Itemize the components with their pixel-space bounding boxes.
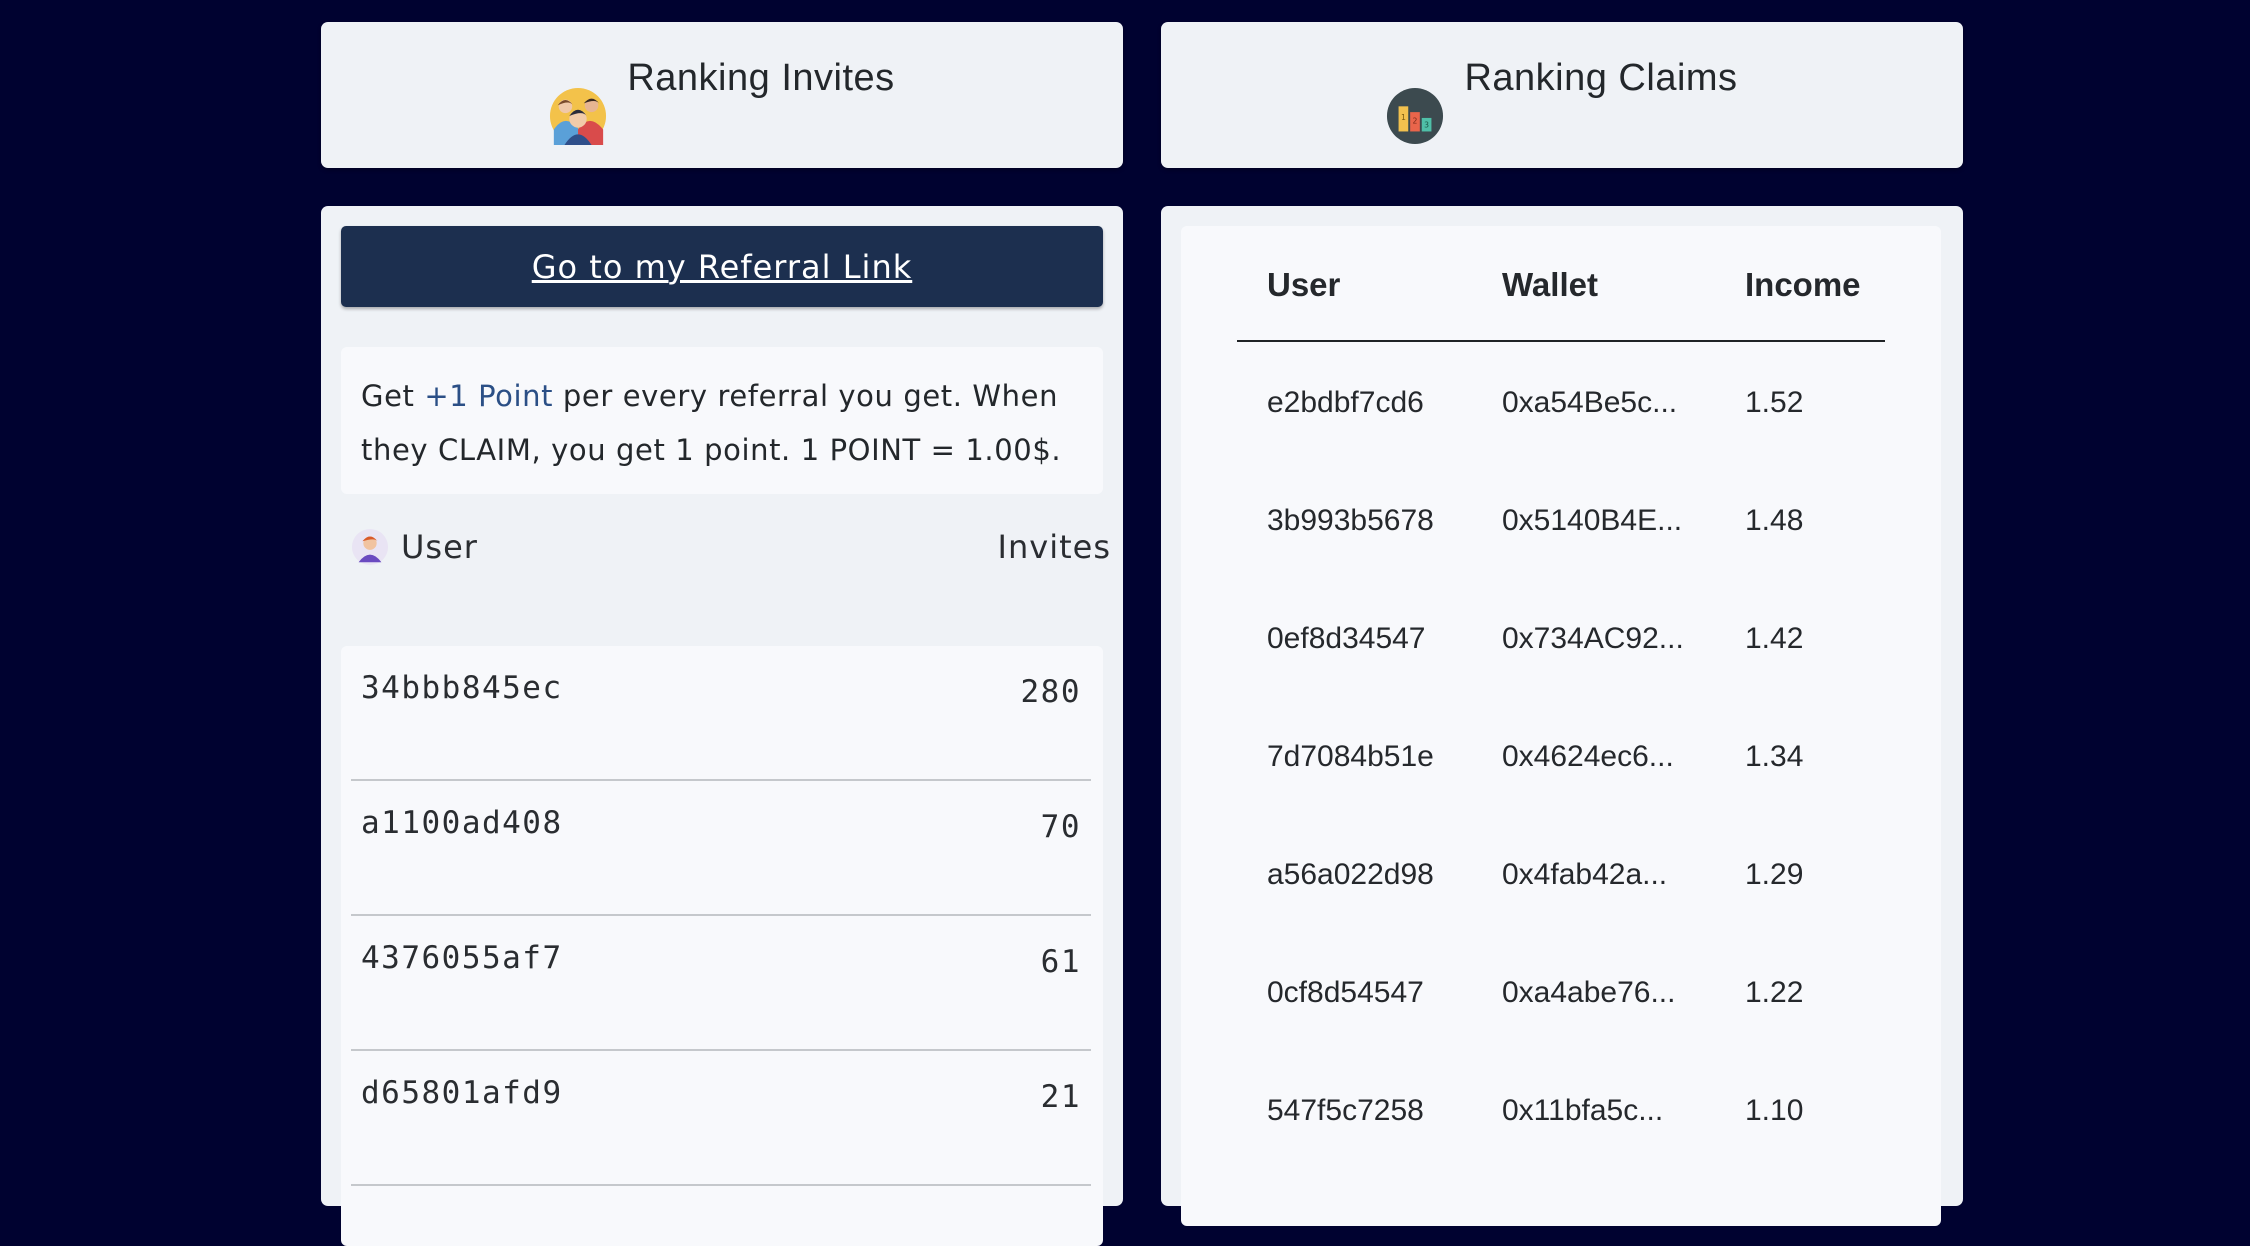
table-row: 547f5c7258 0x11bfa5c... 1.10 [1237,1094,1885,1154]
claim-wallet: 0x4624ec6... [1502,740,1674,773]
claim-income: 1.22 [1745,976,1804,1009]
list-item: d65801afd9 21 [351,1051,1091,1186]
invites-list: 34bbb845ec 280 a1100ad408 70 4376055af7 … [341,646,1103,1246]
claim-user: 0cf8d54547 [1267,976,1424,1009]
user-avatar-icon [351,528,389,566]
wallet-column-header: Wallet [1502,266,1598,303]
claim-user: a56a022d98 [1267,858,1434,891]
info-prefix: Get [361,379,425,413]
bar-chart-podium-icon: 1 2 3 [1387,87,1444,145]
ranking-invites-title: Ranking Invites [627,57,895,99]
invite-user: 4376055af7 [361,940,563,976]
info-highlight: +1 Point [424,379,554,413]
claim-income: 1.34 [1745,740,1804,773]
list-item: 4376055af7 61 [351,916,1091,1051]
table-row: 0ef8d34547 0x734AC92... 1.42 [1237,622,1885,682]
svg-text:2: 2 [1413,117,1418,126]
table-row: a56a022d98 0x4fab42a... 1.29 [1237,858,1885,918]
invite-count: 61 [1040,944,1081,980]
claim-wallet: 0xa4abe76... [1502,976,1676,1009]
claims-table: User Wallet Income e2bdbf7cd6 0xa54Be5c.… [1181,226,1941,1226]
claim-wallet: 0x5140B4E... [1502,504,1683,537]
claim-income: 1.29 [1745,858,1804,891]
claim-user: 7d7084b51e [1267,740,1434,773]
invites-table-header: User Invites [351,522,1111,572]
claim-income: 1.10 [1745,1094,1804,1127]
claims-table-header: User Wallet Income [1237,266,1885,342]
table-row: e2bdbf7cd6 0xa54Be5c... 1.52 [1237,386,1885,446]
claim-wallet: 0x734AC92... [1502,622,1684,655]
claim-wallet: 0xa54Be5c... [1502,386,1678,419]
list-item: 34bbb845ec 280 [351,646,1091,781]
svg-text:3: 3 [1425,121,1430,130]
user-column-header: User [401,528,478,566]
table-row: 7d7084b51e 0x4624ec6... 1.34 [1237,740,1885,800]
ranking-claims-header[interactable]: 1 2 3 Ranking Claims [1161,22,1963,168]
list-item: a1100ad408 70 [351,781,1091,916]
table-row: 0cf8d54547 0xa4abe76... 1.22 [1237,976,1885,1036]
svg-text:1: 1 [1401,113,1406,122]
group-users-icon [550,87,607,145]
invite-user: 34bbb845ec [361,670,563,706]
ranking-invites-header[interactable]: Ranking Invites [321,22,1123,168]
user-column-header: User [1267,266,1341,303]
invite-user: d65801afd9 [361,1075,563,1111]
table-row: 3b993b5678 0x5140B4E... 1.48 [1237,504,1885,564]
invites-card: Go to my Referral Link Get +1 Point per … [321,206,1123,1246]
claim-user: e2bdbf7cd6 [1267,386,1424,419]
invite-count: 21 [1040,1079,1081,1115]
claim-user: 3b993b5678 [1267,504,1434,537]
claims-card: User Wallet Income e2bdbf7cd6 0xa54Be5c.… [1161,206,1963,1226]
claim-income: 1.48 [1745,504,1804,537]
claim-user: 0ef8d34547 [1267,622,1426,655]
income-column-header: Income [1745,266,1861,303]
claim-wallet: 0x11bfa5c... [1502,1094,1664,1127]
claim-wallet: 0x4fab42a... [1502,858,1668,891]
claim-income: 1.42 [1745,622,1804,655]
ranking-claims-title: Ranking Claims [1464,57,1738,99]
invites-column-header: Invites [997,528,1111,566]
invite-user: a1100ad408 [361,805,563,841]
claim-income: 1.52 [1745,386,1804,419]
referral-info: Get +1 Point per every referral you get.… [341,347,1103,494]
claim-user: 547f5c7258 [1267,1094,1424,1127]
invite-count: 70 [1040,809,1081,845]
referral-link-button[interactable]: Go to my Referral Link [341,226,1103,307]
invite-count: 280 [1020,674,1081,710]
